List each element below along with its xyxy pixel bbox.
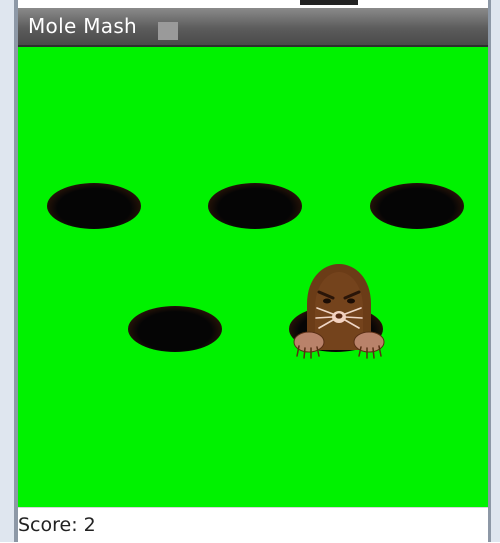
app-title: Mole Mash bbox=[28, 14, 138, 38]
window-border-right bbox=[488, 0, 491, 542]
score-label: Score: 2 bbox=[18, 514, 96, 536]
mole-hole-3[interactable] bbox=[370, 183, 464, 229]
status-icons bbox=[300, 0, 358, 5]
mole-hole-1[interactable] bbox=[47, 183, 141, 229]
score-bar: Score: 2 bbox=[18, 507, 488, 543]
mole-hole-2[interactable] bbox=[208, 183, 302, 229]
title-bar: Mole Mash bbox=[18, 8, 488, 47]
game-canvas[interactable] bbox=[18, 47, 488, 507]
mole-hole-4[interactable] bbox=[128, 306, 222, 352]
mole-sprite[interactable] bbox=[289, 262, 389, 362]
status-bar bbox=[18, 0, 488, 8]
title-placeholder-block bbox=[158, 22, 178, 40]
